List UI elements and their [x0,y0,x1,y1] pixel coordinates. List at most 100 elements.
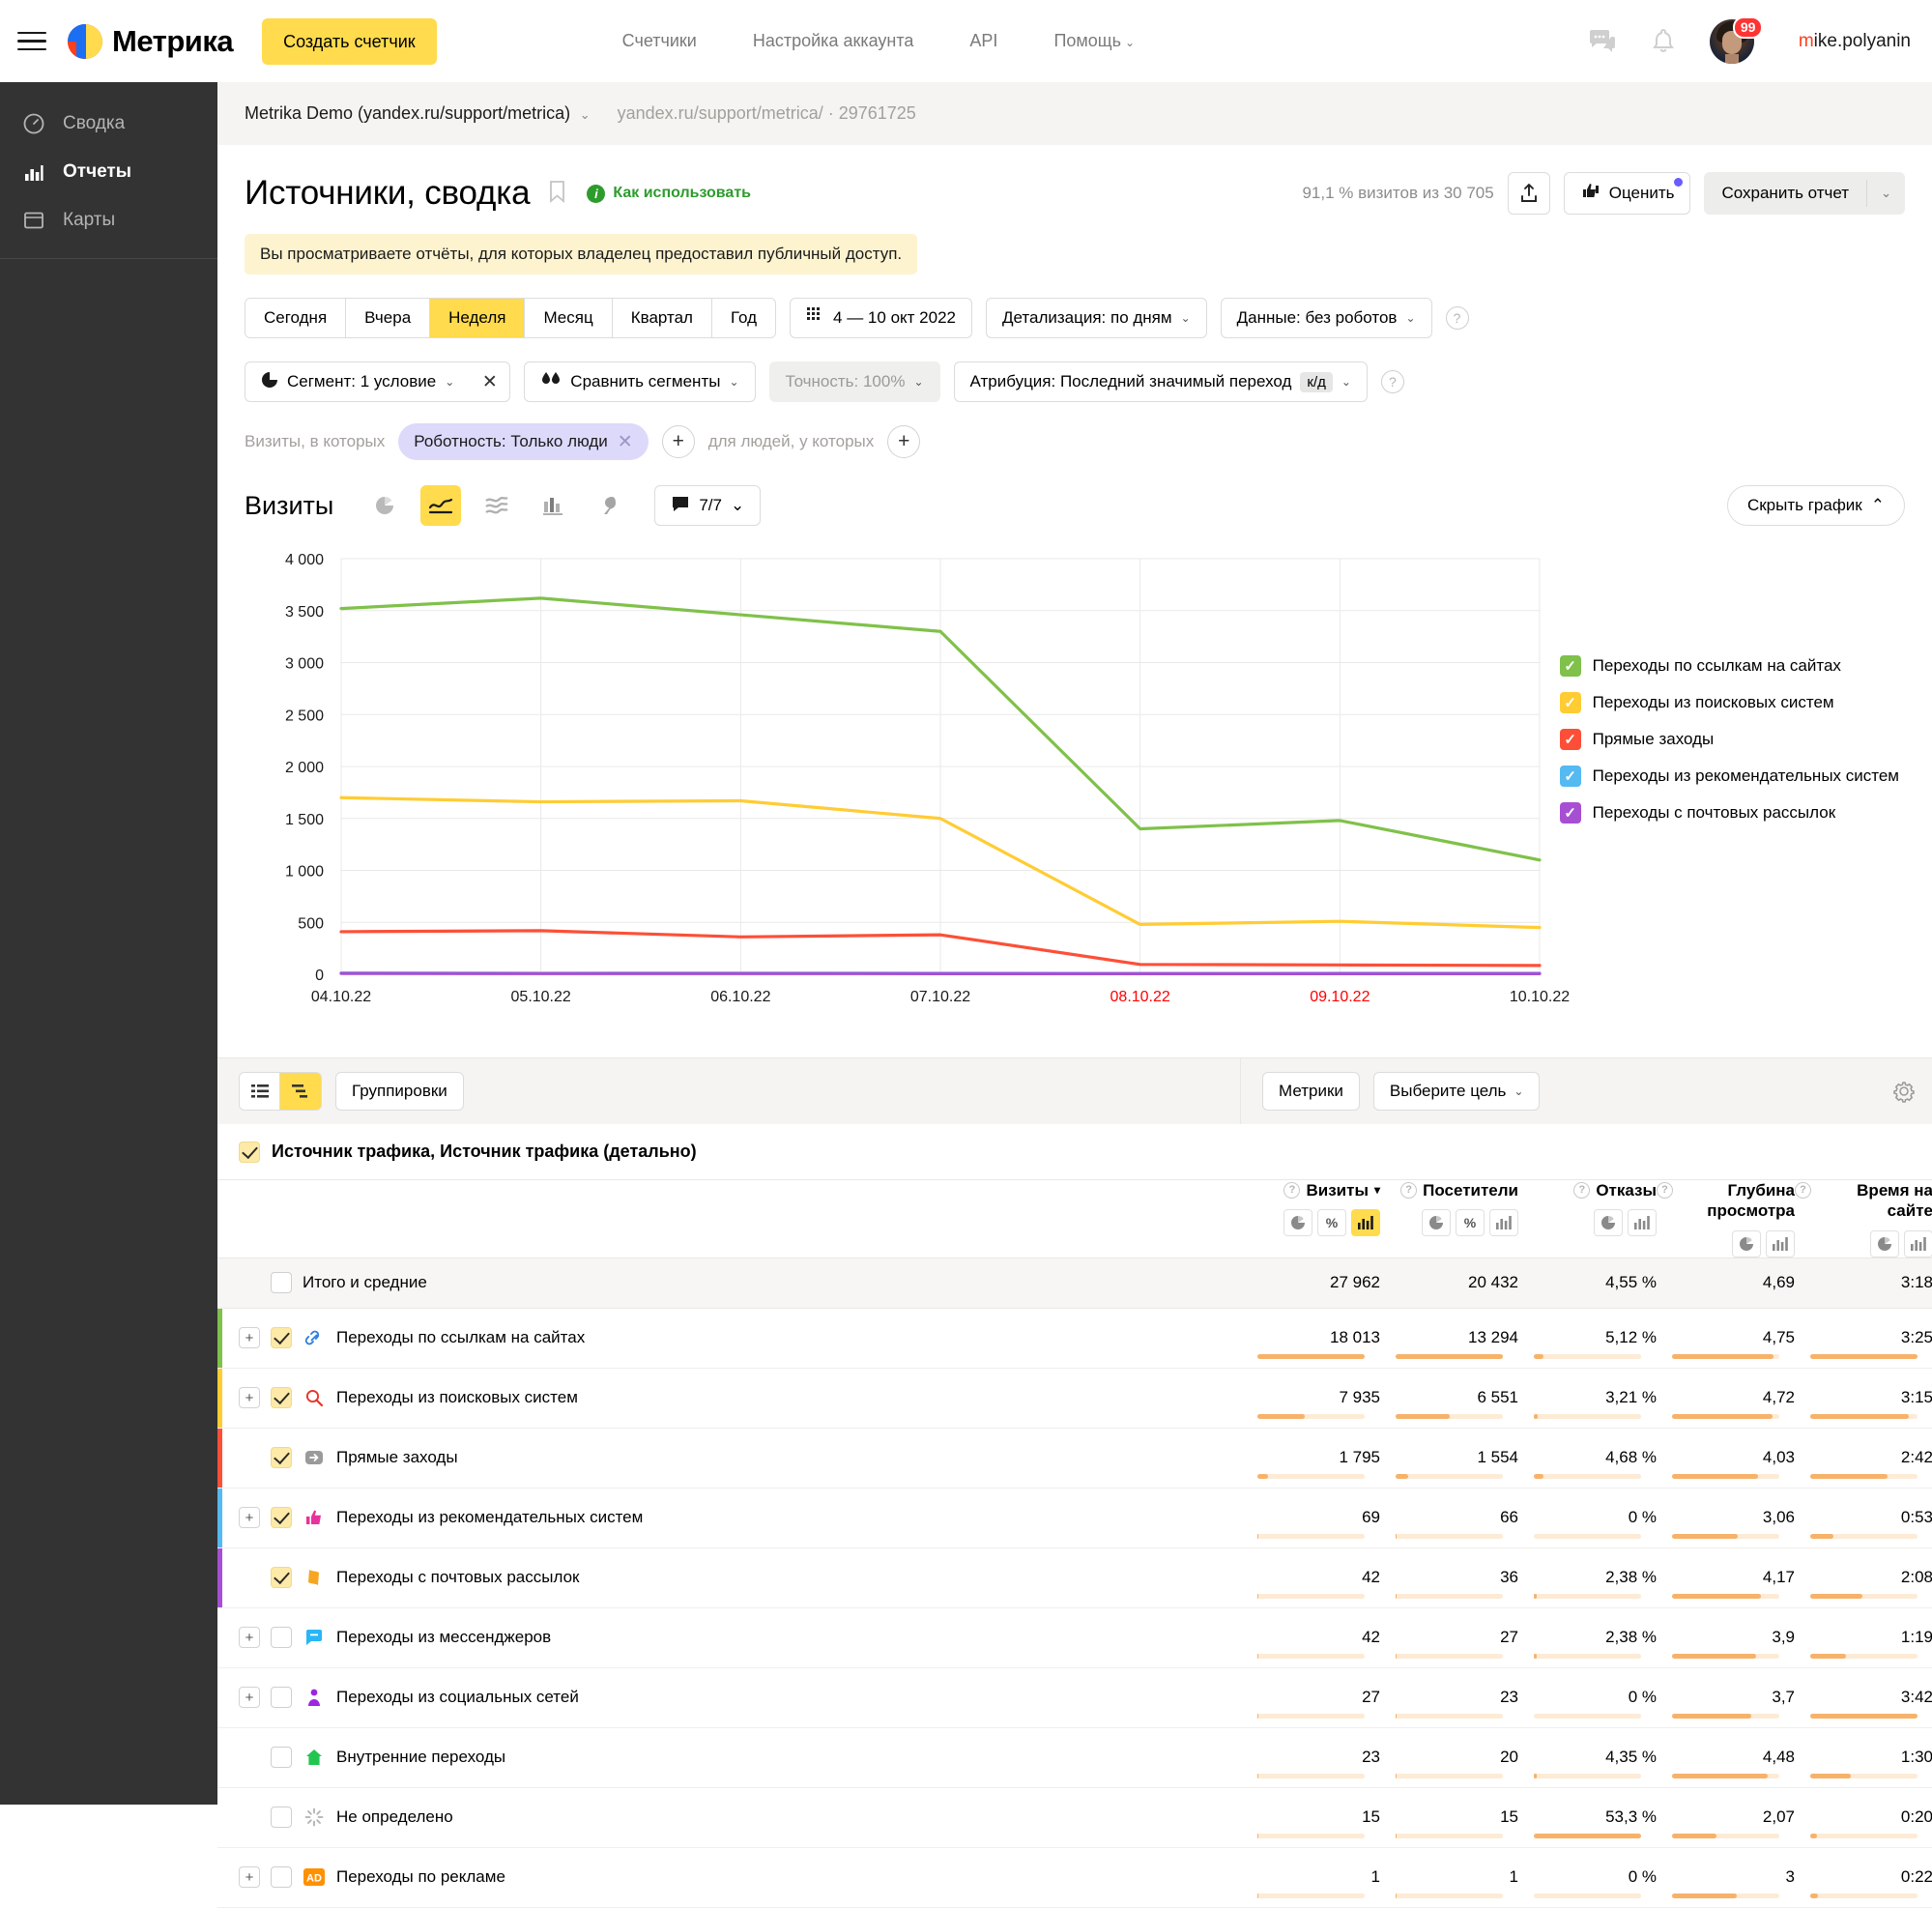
table-row[interactable]: Переходы с почтовых рассылок42362,38 %4,… [217,1547,1932,1607]
legend-checkbox[interactable]: ✓ [1560,766,1581,787]
map-pin-icon[interactable] [589,485,629,526]
legend-item[interactable]: ✓Переходы из поисковых систем [1560,692,1899,713]
legend-item[interactable]: ✓Переходы из рекомендательных систем [1560,766,1899,787]
table-header-0[interactable]: ?Визиты▾% [1242,1180,1380,1258]
chat-icon[interactable] [1588,29,1617,54]
row-checkbox[interactable] [271,1747,292,1768]
bookmark-icon[interactable] [549,180,565,208]
filter-chip-robotness[interactable]: Роботность: Только люди ✕ [398,423,648,460]
save-report-button[interactable]: Сохранить отчет ⌄ [1704,172,1905,215]
area-chart-icon[interactable] [476,485,517,526]
pie-icon[interactable] [1594,1209,1623,1236]
clear-segment-button[interactable]: ✕ [470,361,510,402]
table-row[interactable]: +Переходы из социальных сетей27230 %3,73… [217,1667,1932,1727]
sidebar-item-reports[interactable]: Отчеты [0,148,217,196]
percent-icon[interactable]: % [1456,1209,1485,1236]
sidebar-item-maps[interactable]: Карты [0,196,217,245]
table-header-1[interactable]: ?Посетители% [1380,1180,1518,1258]
groupings-button[interactable]: Группировки [335,1072,464,1111]
row-checkbox[interactable] [271,1272,292,1293]
table-row[interactable]: +Переходы по ссылкам на сайтах18 01313 2… [217,1308,1932,1368]
nav-item-account-settings[interactable]: Настройка аккаунта [753,31,914,51]
chevron-down-icon[interactable]: ⌄ [1867,186,1905,201]
pie-chart-icon[interactable] [364,485,405,526]
gear-icon[interactable] [1891,1079,1917,1104]
close-icon[interactable]: ✕ [618,431,633,453]
add-people-filter-button[interactable]: + [887,425,920,458]
username[interactable]: mike.polyanin [1799,31,1911,52]
sort-arrow-icon[interactable]: ▾ [1374,1183,1380,1198]
bars-icon[interactable] [1489,1209,1518,1236]
rate-button[interactable]: Оценить [1564,172,1691,215]
avatar[interactable]: 99 [1710,19,1754,64]
row-checkbox[interactable] [271,1387,292,1408]
data-mode-select[interactable]: Данные: без роботов ⌄ [1221,298,1432,338]
expand-row-button[interactable]: + [239,1687,260,1708]
pie-icon[interactable] [1870,1230,1899,1258]
counter-selector[interactable]: Metrika Demo (yandex.ru/support/metrica)… [245,103,591,124]
table-header-4[interactable]: ?Время на сайте [1795,1180,1932,1258]
export-button[interactable] [1508,172,1550,215]
row-checkbox[interactable] [271,1807,292,1828]
goal-select[interactable]: Выберите цель ⌄ [1373,1072,1541,1111]
pie-icon[interactable] [1732,1230,1761,1258]
legend-checkbox[interactable]: ✓ [1560,729,1581,750]
table-row[interactable]: +Переходы из мессенджеров42272,38 %3,91:… [217,1607,1932,1667]
pie-icon[interactable] [1283,1209,1312,1236]
bars-icon[interactable] [1628,1209,1657,1236]
tree-view-icon[interactable] [280,1073,321,1110]
row-checkbox[interactable] [271,1687,292,1708]
list-view-icon[interactable] [240,1073,280,1110]
metric-help-icon[interactable]: ? [1573,1182,1590,1199]
period-tab-quarter[interactable]: Квартал [613,299,712,337]
period-tab-week[interactable]: Неделя [430,299,525,337]
table-row[interactable]: +ADПереходы по рекламе110 %30:22 [217,1847,1932,1907]
compare-segments-button[interactable]: Сравнить сегменты ⌄ [524,361,755,402]
accuracy-select[interactable]: Точность: 100% ⌄ [769,361,940,402]
nav-item-counters[interactable]: Счетчики [622,31,697,51]
metrics-button[interactable]: Метрики [1262,1072,1360,1111]
detalization-select[interactable]: Детализация: по дням ⌄ [986,298,1207,338]
legend-item[interactable]: ✓Прямые заходы [1560,729,1899,750]
period-tab-yesterday[interactable]: Вчера [346,299,430,337]
period-tab-year[interactable]: Год [712,299,775,337]
table-row[interactable]: Не определено151553,3 %2,070:20 [217,1787,1932,1847]
legend-checkbox[interactable]: ✓ [1560,802,1581,824]
bell-icon[interactable] [1652,28,1675,55]
expand-row-button[interactable]: + [239,1387,260,1408]
annotations-button[interactable]: 7/7 ⌄ [654,485,761,526]
table-row[interactable]: +Переходы из рекомендательных систем6966… [217,1488,1932,1547]
percent-icon[interactable]: % [1317,1209,1346,1236]
bars-icon[interactable] [1351,1209,1380,1236]
table-header-2[interactable]: ?Отказы [1518,1180,1657,1258]
period-tab-today[interactable]: Сегодня [245,299,346,337]
segment-select[interactable]: Сегмент: 1 условие ⌄ [245,361,470,402]
row-checkbox[interactable] [271,1507,292,1528]
legend-checkbox[interactable]: ✓ [1560,655,1581,677]
expand-row-button[interactable]: + [239,1507,260,1528]
legend-checkbox[interactable]: ✓ [1560,692,1581,713]
metric-help-icon[interactable]: ? [1400,1182,1417,1199]
create-counter-button[interactable]: Создать счетчик [262,18,437,65]
table-row[interactable]: +Переходы из поисковых систем7 9356 5513… [217,1368,1932,1428]
bars-icon[interactable] [1904,1230,1932,1258]
row-checkbox[interactable] [271,1447,292,1468]
add-visit-filter-button[interactable]: + [662,425,695,458]
help-icon[interactable]: ? [1446,306,1469,330]
how-to-use-link[interactable]: i Как использовать [587,185,751,203]
nav-item-api[interactable]: API [969,31,997,51]
legend-item[interactable]: ✓Переходы с почтовых рассылок [1560,802,1899,824]
period-tab-month[interactable]: Месяц [525,299,612,337]
column-chart-icon[interactable] [533,485,573,526]
metric-help-icon[interactable]: ? [1657,1182,1673,1199]
metrika-logo[interactable]: Метрика [68,24,233,59]
bars-icon[interactable] [1766,1230,1795,1258]
table-row[interactable]: Внутренние переходы23204,35 %4,481:30 [217,1727,1932,1787]
metric-help-icon[interactable]: ? [1795,1182,1811,1199]
date-range-picker[interactable]: 4 — 10 окт 2022 [790,298,972,338]
expand-row-button[interactable]: + [239,1627,260,1648]
row-checkbox[interactable] [271,1627,292,1648]
table-row[interactable]: Прямые заходы1 7951 5544,68 %4,032:42 [217,1428,1932,1488]
expand-row-button[interactable]: + [239,1327,260,1348]
pie-icon[interactable] [1422,1209,1451,1236]
